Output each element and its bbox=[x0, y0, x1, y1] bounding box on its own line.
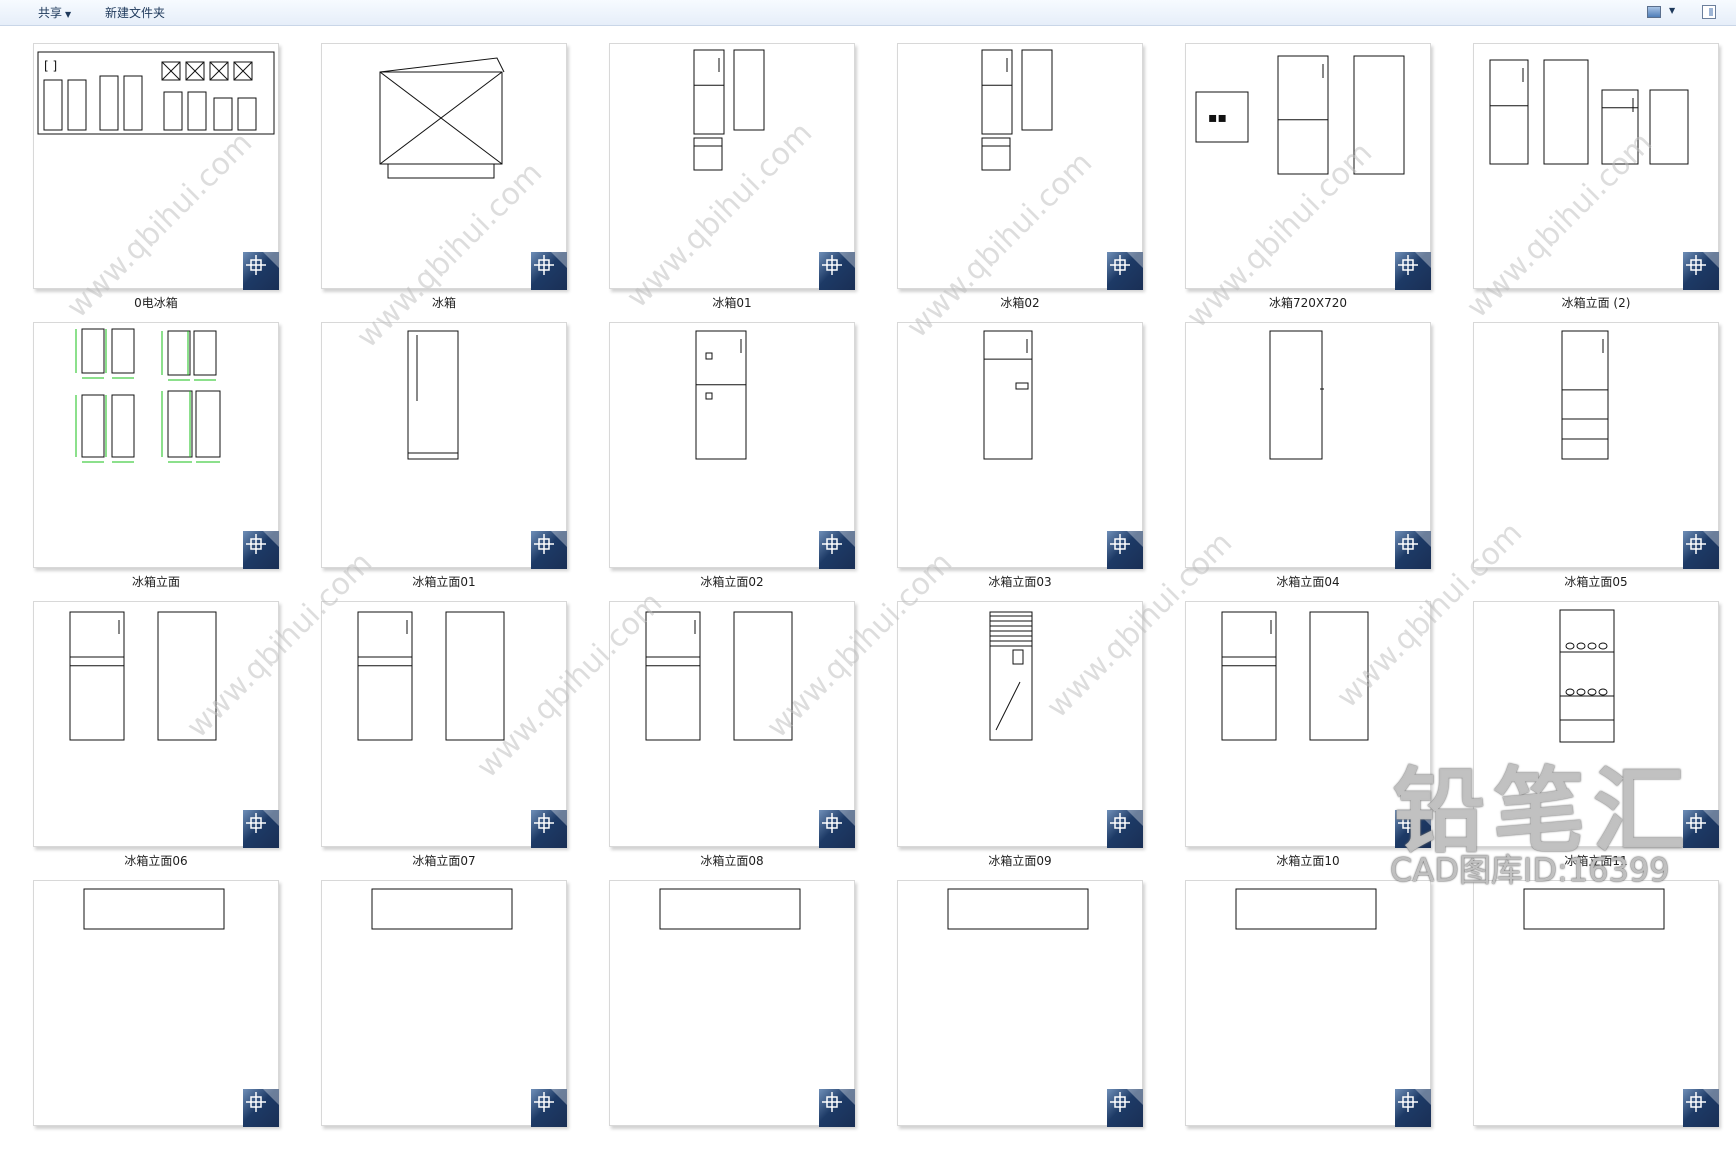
dwg-file-type-icon bbox=[1107, 1089, 1143, 1127]
file-thumbnail[interactable] bbox=[1473, 43, 1719, 290]
dwg-file-type-icon bbox=[819, 810, 855, 848]
view-options-chevron-icon[interactable]: ▼ bbox=[1669, 6, 1675, 15]
file-thumbnail[interactable] bbox=[321, 601, 567, 848]
file-item[interactable] bbox=[897, 880, 1143, 1150]
file-item[interactable]: 冰箱01 bbox=[609, 43, 855, 313]
dwg-file-type-icon bbox=[1395, 252, 1431, 290]
file-name-label[interactable]: 冰箱立面08 bbox=[609, 852, 855, 869]
dwg-file-type-icon bbox=[1683, 531, 1719, 569]
file-item[interactable] bbox=[33, 880, 279, 1150]
file-thumbnail[interactable] bbox=[609, 43, 855, 290]
file-item[interactable]: ▪▪ 冰箱720X720 bbox=[1185, 43, 1431, 313]
file-name-label[interactable]: 冰箱立面01 bbox=[321, 573, 567, 590]
dwg-file-type-icon bbox=[243, 810, 279, 848]
file-item[interactable]: 冰箱立面08 bbox=[609, 601, 855, 871]
file-item[interactable]: 冰箱立面04 bbox=[1185, 322, 1431, 592]
dwg-file-type-icon bbox=[1107, 252, 1143, 290]
file-item[interactable]: 冰箱立面06 bbox=[33, 601, 279, 871]
watermark-id: CAD图库ID:16399 bbox=[1390, 851, 1670, 889]
file-item[interactable] bbox=[1473, 880, 1719, 1150]
dwg-file-type-icon bbox=[819, 1089, 855, 1127]
file-item[interactable]: 冰箱立面09 bbox=[897, 601, 1143, 871]
file-name-label[interactable]: 冰箱立面06 bbox=[33, 852, 279, 869]
file-item[interactable] bbox=[321, 880, 567, 1150]
chevron-down-icon: ▼ bbox=[65, 10, 72, 19]
file-name-label[interactable]: 冰箱立面04 bbox=[1185, 573, 1431, 590]
file-thumbnail[interactable] bbox=[33, 322, 279, 569]
file-name-label[interactable]: 冰箱立面02 bbox=[609, 573, 855, 590]
file-thumbnail[interactable] bbox=[897, 43, 1143, 290]
dwg-file-type-icon bbox=[243, 252, 279, 290]
dwg-file-type-icon bbox=[1107, 531, 1143, 569]
file-name-label[interactable]: 冰箱立面03 bbox=[897, 573, 1143, 590]
new-folder-button[interactable]: 新建文件夹 bbox=[101, 0, 169, 26]
file-item[interactable]: 冰箱立面 bbox=[33, 322, 279, 592]
file-item[interactable]: 冰箱02 bbox=[897, 43, 1143, 313]
file-item[interactable]: 冰箱立面 (2) bbox=[1473, 43, 1719, 313]
file-thumbnail[interactable] bbox=[321, 880, 567, 1127]
file-thumbnail[interactable]: ▪▪ bbox=[1185, 43, 1431, 290]
file-thumbnail[interactable] bbox=[609, 322, 855, 569]
file-item[interactable]: 冰箱立面01 bbox=[321, 322, 567, 592]
file-thumbnail[interactable] bbox=[1473, 880, 1719, 1127]
file-name-label[interactable]: 冰箱立面09 bbox=[897, 852, 1143, 869]
file-thumbnail[interactable] bbox=[33, 880, 279, 1127]
dwg-file-type-icon bbox=[531, 252, 567, 290]
file-item[interactable]: 冰箱立面03 bbox=[897, 322, 1143, 592]
preview-pane-icon[interactable] bbox=[1702, 5, 1716, 19]
share-label: 共享 bbox=[38, 6, 63, 20]
share-menu-button[interactable]: 共享 ▼ bbox=[34, 0, 75, 26]
dwg-file-type-icon bbox=[243, 531, 279, 569]
dwg-file-type-icon bbox=[819, 252, 855, 290]
file-name-label[interactable]: 冰箱720X720 bbox=[1185, 294, 1431, 311]
dwg-file-type-icon bbox=[531, 810, 567, 848]
file-thumbnail[interactable] bbox=[897, 322, 1143, 569]
svg-text:[ ]: [ ] bbox=[44, 59, 57, 73]
file-thumbnail[interactable] bbox=[321, 43, 567, 290]
file-name-label[interactable]: 冰箱立面 bbox=[33, 573, 279, 590]
file-name-label[interactable]: 冰箱立面05 bbox=[1473, 573, 1719, 590]
dwg-file-type-icon bbox=[1683, 1089, 1719, 1127]
file-name-label[interactable]: 冰箱02 bbox=[897, 294, 1143, 311]
file-thumbnail[interactable] bbox=[897, 601, 1143, 848]
file-name-label[interactable]: 0电冰箱 bbox=[33, 294, 279, 311]
dwg-file-type-icon bbox=[1107, 810, 1143, 848]
file-item[interactable]: 冰箱 bbox=[321, 43, 567, 313]
file-item[interactable]: [ ] 0电冰箱 bbox=[33, 43, 279, 313]
file-name-label[interactable]: 冰箱立面 (2) bbox=[1473, 294, 1719, 311]
file-name-label[interactable]: 冰箱 bbox=[321, 294, 567, 311]
dwg-file-type-icon bbox=[1683, 252, 1719, 290]
file-thumbnail[interactable] bbox=[897, 880, 1143, 1127]
file-item[interactable] bbox=[609, 880, 855, 1150]
change-view-icon[interactable] bbox=[1647, 6, 1661, 18]
dwg-file-type-icon bbox=[531, 1089, 567, 1127]
file-thumbnail[interactable] bbox=[609, 601, 855, 848]
file-item[interactable]: 冰箱立面02 bbox=[609, 322, 855, 592]
svg-text:▪▪: ▪▪ bbox=[1208, 110, 1227, 126]
file-thumbnail[interactable] bbox=[1185, 880, 1431, 1127]
file-thumbnail[interactable] bbox=[33, 601, 279, 848]
file-thumbnail[interactable] bbox=[1185, 322, 1431, 569]
dwg-file-type-icon bbox=[1395, 1089, 1431, 1127]
command-toolbar: 共享 ▼ 新建文件夹 ▼ bbox=[0, 0, 1736, 26]
dwg-file-type-icon bbox=[819, 531, 855, 569]
file-thumbnail[interactable] bbox=[321, 322, 567, 569]
file-thumbnail[interactable] bbox=[1473, 322, 1719, 569]
file-thumbnail[interactable]: [ ] bbox=[33, 43, 279, 290]
file-name-label[interactable]: 冰箱立面07 bbox=[321, 852, 567, 869]
dwg-file-type-icon bbox=[1395, 531, 1431, 569]
dwg-file-type-icon bbox=[531, 531, 567, 569]
dwg-file-type-icon bbox=[243, 1089, 279, 1127]
file-thumbnail[interactable] bbox=[609, 880, 855, 1127]
file-item[interactable] bbox=[1185, 880, 1431, 1150]
file-name-label[interactable]: 冰箱01 bbox=[609, 294, 855, 311]
file-item[interactable]: 冰箱立面05 bbox=[1473, 322, 1719, 592]
file-item[interactable]: 冰箱立面07 bbox=[321, 601, 567, 871]
